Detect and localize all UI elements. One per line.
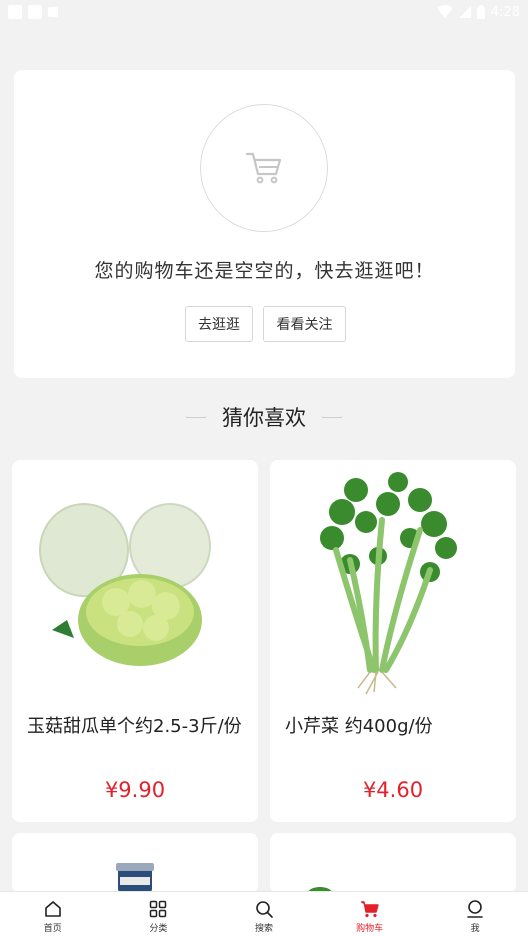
product-image-melon[interactable] bbox=[12, 460, 258, 700]
notification-icon bbox=[48, 7, 58, 17]
recommend-title: 猜你喜欢 bbox=[222, 406, 306, 430]
battery-icon bbox=[476, 5, 485, 19]
wifi-icon bbox=[436, 5, 453, 18]
divider bbox=[322, 416, 342, 418]
product-image-celery[interactable] bbox=[270, 460, 516, 700]
tab-me[interactable]: 我 bbox=[422, 892, 528, 936]
empty-cart-illustration bbox=[200, 104, 328, 232]
cart-outline-icon bbox=[245, 152, 282, 184]
search-icon bbox=[256, 901, 273, 918]
tab-label: 首页 bbox=[43, 924, 62, 934]
product-card[interactable] bbox=[12, 833, 258, 893]
divider bbox=[186, 416, 206, 418]
go-shopping-button[interactable]: 去逛逛 bbox=[185, 306, 253, 342]
product-price: ¥4.60 bbox=[362, 778, 424, 802]
product-card[interactable]: 玉菇甜瓜单个约2.5-3斤/份 ¥9.90 bbox=[12, 460, 258, 822]
notification-icon bbox=[8, 5, 22, 19]
tab-label: 分类 bbox=[149, 924, 168, 934]
notification-icon bbox=[28, 5, 42, 19]
product-card[interactable]: 小芹菜 约400g/份 ¥4.60 bbox=[270, 460, 516, 822]
signal-icon bbox=[458, 6, 471, 18]
product-name: 小芹菜 约400g/份 bbox=[285, 716, 433, 737]
tab-category[interactable]: 分类 bbox=[106, 892, 212, 936]
empty-cart-message: 您的购物车还是空空的，快去逛逛吧！ bbox=[94, 260, 435, 282]
recommend-header: 猜你喜欢 bbox=[0, 402, 528, 432]
cart-icon bbox=[360, 901, 379, 918]
view-follows-button[interactable]: 看看关注 bbox=[263, 306, 346, 342]
bottom-tab-bar: 首页 分类 搜索 购物车 我 bbox=[0, 891, 528, 936]
tab-home[interactable]: 首页 bbox=[0, 892, 106, 936]
product-card[interactable] bbox=[270, 833, 516, 893]
product-image-vegetable[interactable] bbox=[270, 833, 516, 893]
status-bar: 4:28 bbox=[0, 0, 528, 24]
tab-label: 我 bbox=[470, 924, 480, 934]
tab-label: 购物车 bbox=[356, 924, 384, 934]
product-price: ¥9.90 bbox=[104, 778, 166, 802]
home-icon bbox=[44, 901, 61, 917]
tab-cart[interactable]: 购物车 bbox=[317, 892, 423, 936]
tab-label: 搜索 bbox=[254, 924, 273, 934]
product-image-jar[interactable] bbox=[12, 833, 258, 893]
grid-icon bbox=[150, 900, 167, 918]
tab-search[interactable]: 搜索 bbox=[211, 892, 317, 936]
empty-cart-card: 您的购物车还是空空的，快去逛逛吧！ 去逛逛 看看关注 bbox=[14, 70, 515, 378]
product-name: 玉菇甜瓜单个约2.5-3斤/份 bbox=[27, 716, 242, 737]
status-time: 4:28 bbox=[490, 4, 520, 20]
user-icon bbox=[467, 900, 483, 918]
